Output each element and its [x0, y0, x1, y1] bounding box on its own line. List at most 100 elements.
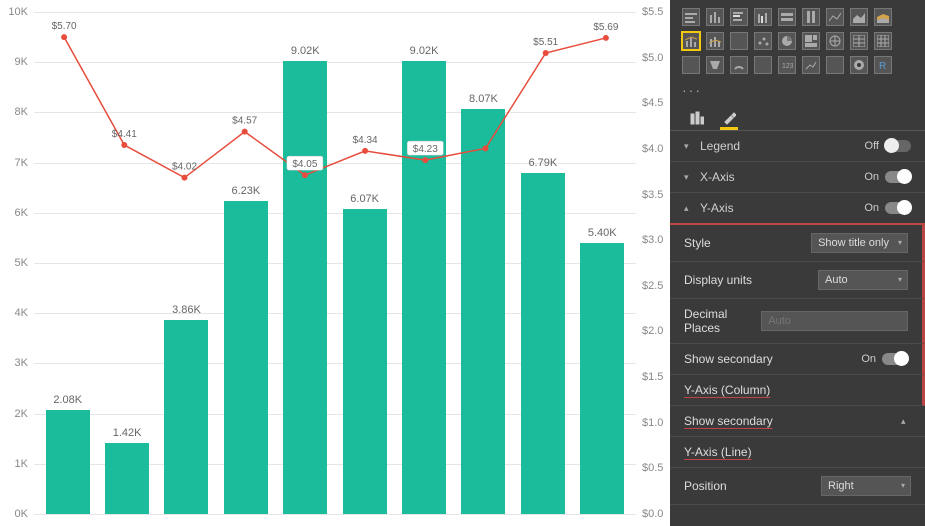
- viz-matrix-icon[interactable]: [874, 32, 892, 50]
- style-row: Style Show title only▾: [670, 225, 925, 262]
- chevron-down-icon: ▾: [898, 238, 902, 247]
- display-units-select[interactable]: Auto▾: [818, 270, 908, 290]
- bar[interactable]: 9.02K: [402, 45, 446, 514]
- y-right-tick: $2.0: [642, 325, 663, 337]
- viz-table-icon[interactable]: [850, 32, 868, 50]
- legend-toggle[interactable]: [885, 140, 911, 152]
- viz-treemap-icon[interactable]: [802, 32, 820, 50]
- chevron-down-icon: ▾: [684, 172, 694, 183]
- viz-stacked-col-icon[interactable]: [706, 8, 724, 26]
- viz-slicer-icon[interactable]: [826, 56, 844, 74]
- yaxis-line-row[interactable]: Y-Axis (Line): [670, 437, 925, 468]
- viz-line-col-combo-icon[interactable]: [682, 32, 700, 50]
- viz-clustered-col-icon[interactable]: [754, 8, 772, 26]
- viz-card-icon[interactable]: 123: [778, 56, 796, 74]
- y-right-tick: $0.5: [642, 462, 663, 474]
- legend-state: Off: [865, 140, 879, 152]
- bar[interactable]: 5.40K: [580, 227, 624, 514]
- y-right-tick: $5.0: [642, 52, 663, 64]
- yaxis-line-label: Y-Axis (Line): [684, 445, 752, 459]
- bar[interactable]: 8.07K: [461, 93, 505, 514]
- y-left-tick: 1K: [15, 458, 28, 470]
- fields-tab[interactable]: [688, 108, 706, 130]
- show-secondary-toggle[interactable]: [882, 353, 908, 365]
- viz-multi-card-icon[interactable]: [754, 56, 772, 74]
- position-select[interactable]: Right▾: [821, 476, 911, 496]
- viz-line-stacked-combo-icon[interactable]: [706, 32, 724, 50]
- viz-ellipsis[interactable]: ···: [670, 82, 925, 102]
- bar[interactable]: 6.23K: [224, 185, 268, 514]
- viz-stacked-bar-icon[interactable]: [682, 8, 700, 26]
- viz-scatter-icon[interactable]: [754, 32, 772, 50]
- viz-gauge-icon[interactable]: [730, 56, 748, 74]
- viz-ribbon-icon[interactable]: [730, 32, 748, 50]
- viz-clustered-bar-icon[interactable]: [730, 8, 748, 26]
- bar-value-label: 8.07K: [469, 93, 498, 105]
- bar[interactable]: 1.42K: [105, 427, 149, 514]
- viz-pie-icon[interactable]: [778, 32, 796, 50]
- chevron-down-icon: ▾: [898, 275, 902, 284]
- bar-value-label: 9.02K: [410, 45, 439, 57]
- viz-filled-map-icon[interactable]: [682, 56, 700, 74]
- bar[interactable]: 9.02K: [283, 45, 327, 514]
- y-left-tick: 9K: [15, 56, 28, 68]
- format-tab[interactable]: [720, 108, 738, 130]
- bar[interactable]: 2.08K: [46, 394, 90, 514]
- yaxis-row[interactable]: ▴Y-Axis On: [670, 193, 925, 225]
- yaxis-column-row[interactable]: Y-Axis (Column): [670, 375, 925, 406]
- viz-gallery: 123 R: [670, 0, 925, 82]
- y-right-tick: $4.5: [642, 97, 663, 109]
- chevron-down-icon: ▾: [901, 481, 905, 490]
- viz-line-icon[interactable]: [826, 8, 844, 26]
- viz-funnel-icon[interactable]: [706, 56, 724, 74]
- yaxis-state: On: [864, 202, 879, 214]
- viz-area-icon[interactable]: [850, 8, 868, 26]
- chart-plot[interactable]: 2.08K 1.42K 3.86K 6.23K 9.02K 6.07K 9.02K 8.07K…: [34, 0, 636, 526]
- y-right-tick: $3.0: [642, 234, 663, 246]
- bar[interactable]: 3.86K: [164, 304, 208, 514]
- xaxis-toggle[interactable]: [885, 171, 911, 183]
- show-secondary-label: Show secondary: [684, 352, 773, 366]
- viz-stacked-area-icon[interactable]: [874, 8, 892, 26]
- y-right-tick: $1.5: [642, 371, 663, 383]
- y-right-tick: $0.0: [642, 508, 663, 520]
- y-left-tick: 7K: [15, 157, 28, 169]
- viz-100-col-icon[interactable]: [802, 8, 820, 26]
- y-right-tick: $2.5: [642, 280, 663, 292]
- display-units-label: Display units: [684, 273, 752, 287]
- bar-value-label: 6.07K: [350, 193, 379, 205]
- bar-value-label: 1.42K: [113, 427, 142, 439]
- legend-row[interactable]: ▾ Legend Off: [670, 131, 925, 162]
- visualizations-panel: 123 R ··· ▾Legend Off ▾X-Axis On ▴Y-Axis: [670, 0, 925, 526]
- yaxis-toggle[interactable]: [885, 202, 911, 214]
- y-left-tick: 2K: [15, 408, 28, 420]
- viz-map-icon[interactable]: [826, 32, 844, 50]
- viz-donut-icon[interactable]: [850, 56, 868, 74]
- format-properties: ▾ Legend Off ▾X-Axis On ▴Y-Axis On Style …: [670, 131, 925, 526]
- y-axis-right: $0.0$0.5$1.0$1.5$2.0$2.5$3.0$3.5$4.0$4.5…: [636, 0, 670, 526]
- y-right-tick: $5.5: [642, 6, 663, 18]
- bar-value-label: 2.08K: [53, 394, 82, 406]
- chevron-up-icon: ▴: [684, 203, 694, 214]
- bar-value-label: 5.40K: [588, 227, 617, 239]
- show-secondary2-row[interactable]: Show secondary ▴: [670, 406, 925, 437]
- bar-value-label: 9.02K: [291, 45, 320, 57]
- viz-kpi-icon[interactable]: [802, 56, 820, 74]
- decimal-places-row: Decimal Places: [670, 299, 925, 344]
- y-left-tick: 10K: [8, 6, 28, 18]
- show-secondary-row: Show secondary On: [670, 344, 925, 375]
- viz-100-bar-icon[interactable]: [778, 8, 796, 26]
- chart-area: 0K1K2K3K4K5K6K7K8K9K10K $0.0$0.5$1.0$1.5…: [0, 0, 670, 526]
- decimal-places-input[interactable]: [761, 311, 908, 331]
- bar-value-label: 3.86K: [172, 304, 201, 316]
- y-axis-left: 0K1K2K3K4K5K6K7K8K9K10K: [0, 0, 34, 526]
- viz-r-icon[interactable]: R: [874, 56, 892, 74]
- chevron-down-icon: ▾: [684, 141, 694, 152]
- bar[interactable]: 6.79K: [521, 157, 565, 514]
- legend-label: Legend: [700, 139, 740, 153]
- bar[interactable]: 6.07K: [343, 193, 387, 514]
- y-right-tick: $4.0: [642, 143, 663, 155]
- xaxis-row[interactable]: ▾X-Axis On: [670, 162, 925, 193]
- style-select[interactable]: Show title only▾: [811, 233, 908, 253]
- y-left-tick: 4K: [15, 307, 28, 319]
